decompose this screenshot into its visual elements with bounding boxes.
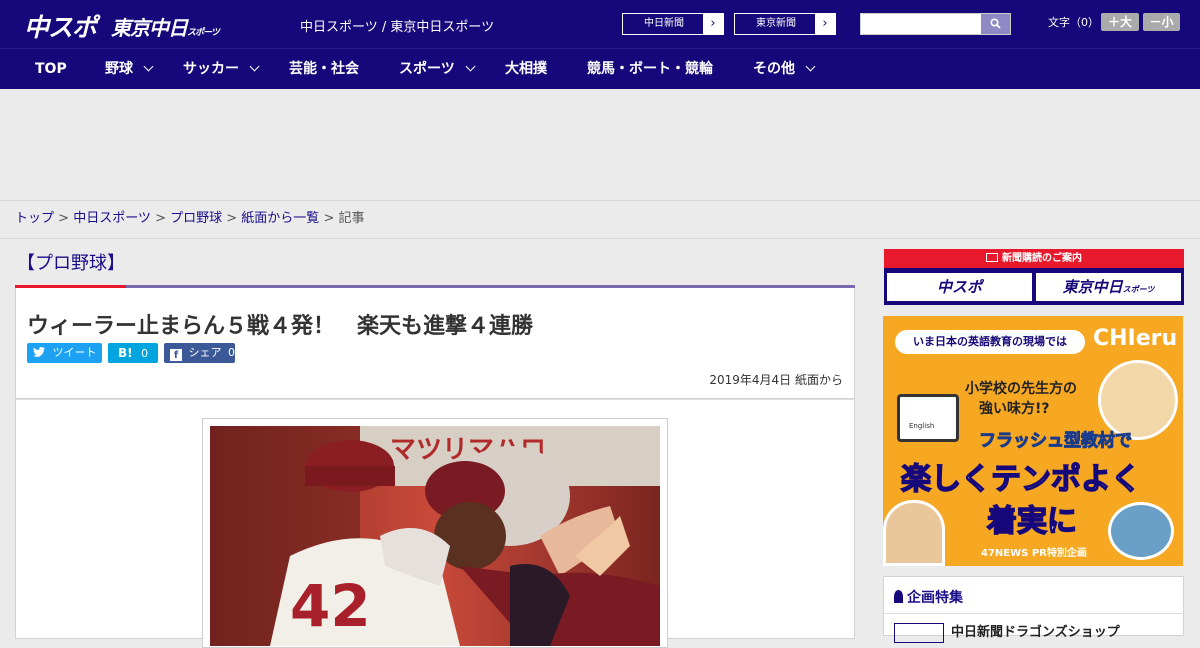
search-icon[interactable] <box>981 14 1010 34</box>
article-photo[interactable]: マツリマハロ 42 <box>210 426 660 646</box>
ad-line1: 小学校の先生方の <box>965 381 1077 397</box>
subscribe-tokyo-chunichi-button[interactable]: 東京中日スポーツ <box>1036 273 1181 301</box>
logo-secondary-text: 東京中日 <box>111 16 188 40</box>
featured-divider <box>884 613 1184 614</box>
tokyo-shimbun-link[interactable]: 東京新聞 › <box>734 13 836 35</box>
hatena-icon: B! <box>118 346 133 360</box>
main-nav: TOP 野球 サッカー 芸能・社会 スポーツ 大相撲 競馬・ボート・競輪 その他 <box>0 49 1200 89</box>
facebook-icon: f <box>170 349 182 361</box>
nav-label: TOP <box>35 61 67 77</box>
chunichi-shimbun-link[interactable]: 中日新聞 › <box>622 13 724 35</box>
facebook-count: 0 <box>228 346 235 359</box>
site-header: 中スポ 東京中日スポーツ 中日スポーツ / 東京中日スポーツ 中日新聞 › 東京… <box>0 0 1200 49</box>
ad-monitor-screen-text: English <box>909 422 935 430</box>
nav-label: スポーツ <box>399 61 455 77</box>
breadcrumb-sep: > <box>150 211 171 226</box>
breadcrumb-sep: > <box>222 211 242 226</box>
nav-label: サッカー <box>183 61 239 77</box>
article-photo-frame: マツリマハロ 42 <box>202 418 668 648</box>
nav-item-entertainment[interactable]: 芸能・社会 <box>289 49 359 89</box>
breadcrumb-sep: > <box>54 211 74 226</box>
nav-item-soccer[interactable]: サッカー <box>183 49 260 89</box>
nav-label: 競馬・ボート・競輪 <box>587 61 713 77</box>
chevron-right-icon: › <box>815 14 835 34</box>
ad-child-photo-left <box>883 500 945 566</box>
ad-top-ribbon: いま日本の英語教育の現場では <box>895 330 1085 354</box>
breadcrumb-link-top[interactable]: トップ <box>15 211 54 226</box>
article-header: ウィーラー止まらん５戦４発！ 楽天も進撃４連勝 ツイート B! 0 f シェア … <box>15 288 855 399</box>
sidebar-banner-ad[interactable]: いま日本の英語教育の現場では CHIeru 小学校の先生方の 強い味方!? En… <box>883 316 1183 566</box>
breadcrumb-sep: > <box>319 211 339 226</box>
nav-label: 大相撲 <box>505 61 547 77</box>
subscribe-header: 新聞購読のご案内 <box>884 249 1184 268</box>
subscribe-chuspo-button[interactable]: 中スポ <box>887 273 1032 301</box>
font-smaller-button[interactable]: －小 <box>1143 13 1180 31</box>
ad-line3: フラッシュ型教材で <box>979 431 1133 452</box>
logo-secondary-small: スポーツ <box>187 28 220 38</box>
nav-label: その他 <box>753 61 795 77</box>
breadcrumb: トップ > 中日スポーツ > プロ野球 > 紙面から一覧 > 記事 <box>0 201 1200 239</box>
featured-item-dragons-shop[interactable]: 中日新聞ドラゴンズショップ <box>951 621 1120 640</box>
nav-item-top[interactable]: TOP <box>35 49 67 89</box>
article-date: 2019年4月4日 紙面から <box>709 373 843 387</box>
subscribe-box: 新聞購読のご案内 中スポ 東京中日スポーツ <box>884 249 1184 305</box>
breadcrumb-link-pro-baseball[interactable]: プロ野球 <box>170 211 222 226</box>
tweet-button[interactable]: ツイート <box>27 343 102 363</box>
ad-line4: 楽しくテンポよく <box>900 461 1142 498</box>
nav-item-other[interactable]: その他 <box>753 49 816 89</box>
chuspo-logo[interactable]: 中スポ <box>24 8 97 44</box>
chunichi-shimbun-label: 中日新聞 <box>644 18 684 29</box>
site-label: 中日スポーツ / 東京中日スポーツ <box>300 20 495 35</box>
featured-box: 企画特集 中日新聞ドラゴンズショップ <box>883 576 1184 643</box>
nav-label: 野球 <box>105 61 133 77</box>
facebook-share-button[interactable]: f シェア 0 <box>164 343 235 363</box>
photo-illustration: マツリマハロ 42 <box>210 426 660 646</box>
article-headline: ウィーラー止まらん５戦４発！ 楽天も進撃４連勝 <box>27 314 534 339</box>
hatena-bookmark-button[interactable]: B! 0 <box>108 343 158 363</box>
breadcrumb-link-list[interactable]: 紙面から一覧 <box>241 211 319 226</box>
ribbon-icon <box>894 590 903 603</box>
article-body: マツリマハロ 42 <box>15 399 855 648</box>
chevron-down-icon <box>465 61 476 72</box>
subscribe-header-label: 新聞購読のご案内 <box>1002 253 1082 264</box>
newspaper-icon <box>986 253 998 262</box>
search-input[interactable] <box>860 13 1011 35</box>
nav-item-sports[interactable]: スポーツ <box>399 49 476 89</box>
chevron-down-icon <box>143 61 154 72</box>
chevron-right-icon: › <box>703 14 723 34</box>
featured-title-label: 企画特集 <box>907 590 963 606</box>
facebook-share-label: シェア <box>188 346 222 359</box>
font-larger-button[interactable]: ＋大 <box>1101 13 1139 31</box>
nav-item-baseball[interactable]: 野球 <box>105 49 154 89</box>
ad-footer: 47NEWS PR特別企画 <box>981 548 1087 559</box>
nav-item-racing[interactable]: 競馬・ボート・競輪 <box>587 49 713 89</box>
dragons-shop-thumbnail[interactable] <box>894 623 944 643</box>
section-title: 【プロ野球】 <box>17 253 125 274</box>
nav-item-sumo[interactable]: 大相撲 <box>505 49 547 89</box>
breadcrumb-link-chuspo[interactable]: 中日スポーツ <box>73 211 151 226</box>
ad-monitor-icon <box>897 394 959 442</box>
chevron-down-icon <box>805 61 816 72</box>
ad-space <box>0 89 1200 201</box>
twitter-icon <box>33 347 45 357</box>
ad-line2: 強い味方!? <box>979 401 1050 417</box>
featured-title: 企画特集 <box>894 587 963 607</box>
hatena-count: 0 <box>141 347 149 360</box>
ad-brand-logo: CHIeru <box>1093 326 1178 351</box>
nav-label: 芸能・社会 <box>289 61 359 77</box>
subscribe-tokyo-chunichi-small: スポーツ <box>1122 285 1155 294</box>
subscribe-tokyo-chunichi-label: 東京中日 <box>1062 278 1123 296</box>
breadcrumb-current: 記事 <box>338 211 365 226</box>
ad-line5: 着実に <box>986 503 1078 540</box>
tokyo-shimbun-label: 東京新聞 <box>756 18 796 29</box>
chevron-down-icon <box>249 61 260 72</box>
tokyo-chunichi-logo[interactable]: 東京中日スポーツ <box>111 12 220 41</box>
font-size-label: 文字（0） <box>1048 16 1099 29</box>
ad-child-photo-bottom-right <box>1108 502 1174 560</box>
tweet-label: ツイート <box>52 346 97 359</box>
